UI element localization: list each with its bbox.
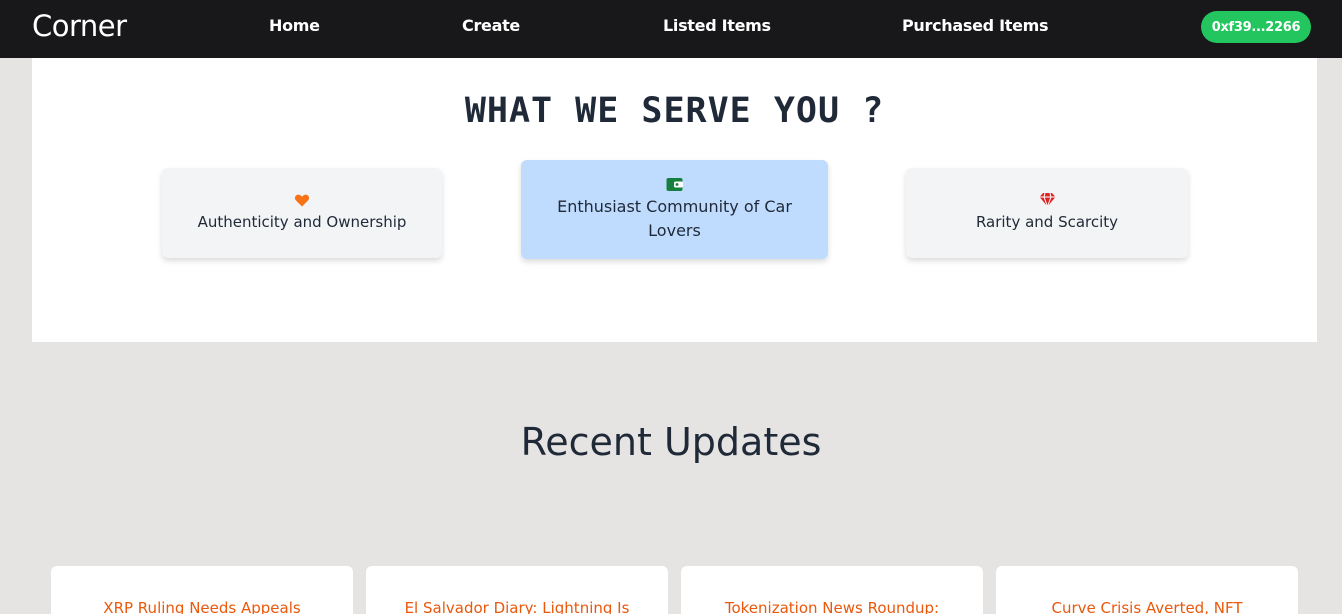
news-card[interactable]: Curve Crisis Averted, NFT [996, 566, 1298, 614]
brand-logo[interactable]: Corner [32, 9, 127, 43]
serve-section: WHAT WE SERVE YOU ? Authenticity and Own… [32, 58, 1317, 342]
feature-label: Rarity and Scarcity [975, 213, 1119, 231]
feature-label: Enthusiast Community of Car Lovers [557, 196, 792, 240]
news-card[interactable]: Tokenization News Roundup: [681, 566, 983, 614]
news-card-title[interactable]: El Salvador Diary: Lightning Is [366, 599, 668, 614]
feature-card-authenticity[interactable]: Authenticity and Ownership [162, 168, 442, 258]
news-card[interactable]: El Salvador Diary: Lightning Is [366, 566, 668, 614]
nav-link-listed-items[interactable]: Listed Items [663, 16, 771, 35]
top-navbar: Corner Home Create Listed Items Purchase… [0, 0, 1342, 58]
recent-updates-heading: Recent Updates [520, 420, 822, 464]
news-card-title[interactable]: Curve Crisis Averted, NFT [996, 599, 1298, 614]
heart-icon [294, 192, 310, 210]
nav-link-home[interactable]: Home [269, 16, 320, 35]
diamond-icon [1039, 192, 1056, 210]
nav-link-purchased-items[interactable]: Purchased Items [902, 16, 1049, 35]
feature-card-rarity[interactable]: Rarity and Scarcity [906, 168, 1188, 258]
serve-title: WHAT WE SERVE YOU ? [464, 91, 885, 131]
news-card-title[interactable]: Tokenization News Roundup: [681, 599, 983, 614]
news-card[interactable]: XRP Ruling Needs Appeals [51, 566, 353, 614]
wallet-address-button[interactable]: 0xf39...2266 [1201, 11, 1311, 43]
feature-label: Authenticity and Ownership [197, 213, 407, 231]
wallet-icon [666, 177, 683, 195]
feature-card-community[interactable]: Enthusiast Community of Car Lovers [521, 160, 828, 259]
news-card-title[interactable]: XRP Ruling Needs Appeals [51, 599, 353, 614]
nav-link-create[interactable]: Create [462, 16, 520, 35]
